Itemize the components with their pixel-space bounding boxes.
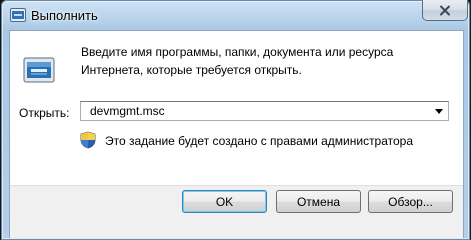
uac-shield-icon xyxy=(80,131,96,149)
description-text: Введите имя программы, папки, документа … xyxy=(81,45,394,77)
ok-button[interactable]: OK xyxy=(182,190,267,213)
title-bar[interactable]: Выполнить xyxy=(1,0,470,30)
dialog-body: Введите имя программы, папки, документа … xyxy=(9,30,464,238)
run-dialog: Выполнить Введите имя программы, папки, … xyxy=(1,0,470,240)
window-title: Выполнить xyxy=(31,8,98,23)
open-input[interactable]: devmgmt.msc xyxy=(90,104,165,118)
cancel-button[interactable]: Отмена xyxy=(276,190,361,213)
close-button[interactable] xyxy=(422,0,468,21)
dropdown-button[interactable] xyxy=(432,103,446,119)
run-icon xyxy=(21,52,57,88)
open-combobox[interactable]: devmgmt.msc xyxy=(80,101,449,121)
run-icon xyxy=(10,8,26,22)
browse-button[interactable]: Обзор... xyxy=(368,190,453,213)
admin-note: Это задание будет создано с правами адми… xyxy=(105,134,414,148)
content-area: Введите имя программы, папки, документа … xyxy=(10,31,463,185)
close-icon xyxy=(440,5,450,15)
open-label: Открыть: xyxy=(19,106,70,120)
chevron-down-icon xyxy=(435,108,443,114)
